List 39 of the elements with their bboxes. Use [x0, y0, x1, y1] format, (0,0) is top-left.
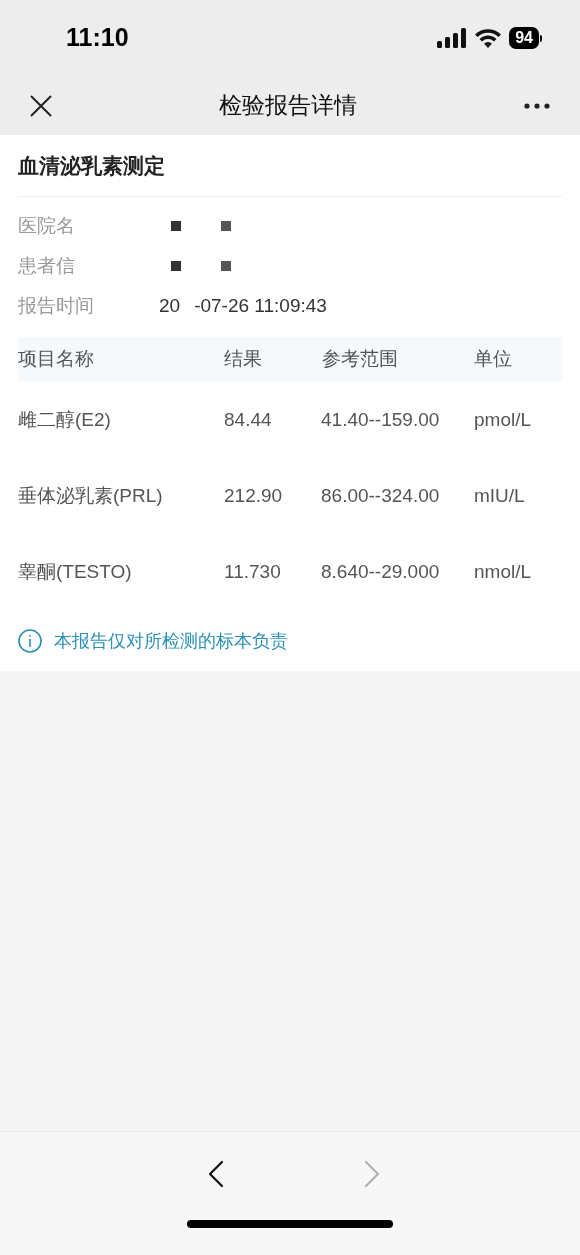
- info-icon: [18, 629, 42, 653]
- column-header: 参考范围: [321, 346, 399, 371]
- chevron-left-icon: [208, 1160, 224, 1188]
- column-header: 项目名称: [18, 346, 95, 371]
- info-value: 20: [159, 293, 181, 318]
- chevron-right-icon: [364, 1160, 380, 1188]
- table-cell-text: 雌二醇(E2): [18, 407, 112, 432]
- more-icon: [524, 102, 550, 109]
- column-header: 单位: [474, 346, 513, 371]
- close-button[interactable]: [30, 94, 52, 117]
- table-cell-text: 睾酮(TESTO): [18, 559, 133, 584]
- notice-text: 本报告仅对所检测的标本负责: [54, 629, 288, 653]
- more-button[interactable]: [524, 102, 550, 109]
- wifi-icon: [475, 28, 502, 48]
- column-header: 结果: [224, 346, 263, 371]
- table-cell-text: 8.640--29.000: [321, 559, 441, 584]
- redaction-mark: [171, 261, 181, 271]
- status-time: 11:10: [66, 22, 129, 54]
- close-icon: [30, 94, 52, 117]
- page-title: 检验报告详情: [219, 91, 357, 121]
- table-cell-text: 41.40--159.00: [321, 407, 441, 432]
- redaction-mark: [221, 261, 231, 271]
- info-label: 医院名: [18, 213, 76, 238]
- table-cell-text: 212.90: [224, 483, 284, 508]
- battery-icon: 94: [509, 27, 542, 49]
- info-value: -07-26 11:09:43: [194, 293, 327, 318]
- table-cell-text: 垂体泌乳素(PRL): [18, 483, 164, 508]
- table-cell-text: pmol/L: [474, 407, 533, 432]
- info-label: 报告时间: [18, 293, 95, 318]
- info-label: 患者信: [18, 253, 76, 278]
- table-cell-text: 86.00--324.00: [321, 483, 441, 508]
- table-cell-text: mIU/L: [474, 483, 526, 508]
- signal-icon: [437, 28, 468, 48]
- table-cell-text: 84.44: [224, 407, 273, 432]
- table-cell-text: 11.730: [224, 559, 282, 584]
- redaction-mark: [171, 221, 181, 231]
- redaction-mark: [221, 221, 231, 231]
- report-title: 血清泌乳素测定: [18, 152, 165, 179]
- table-cell-text: nmol/L: [474, 559, 533, 584]
